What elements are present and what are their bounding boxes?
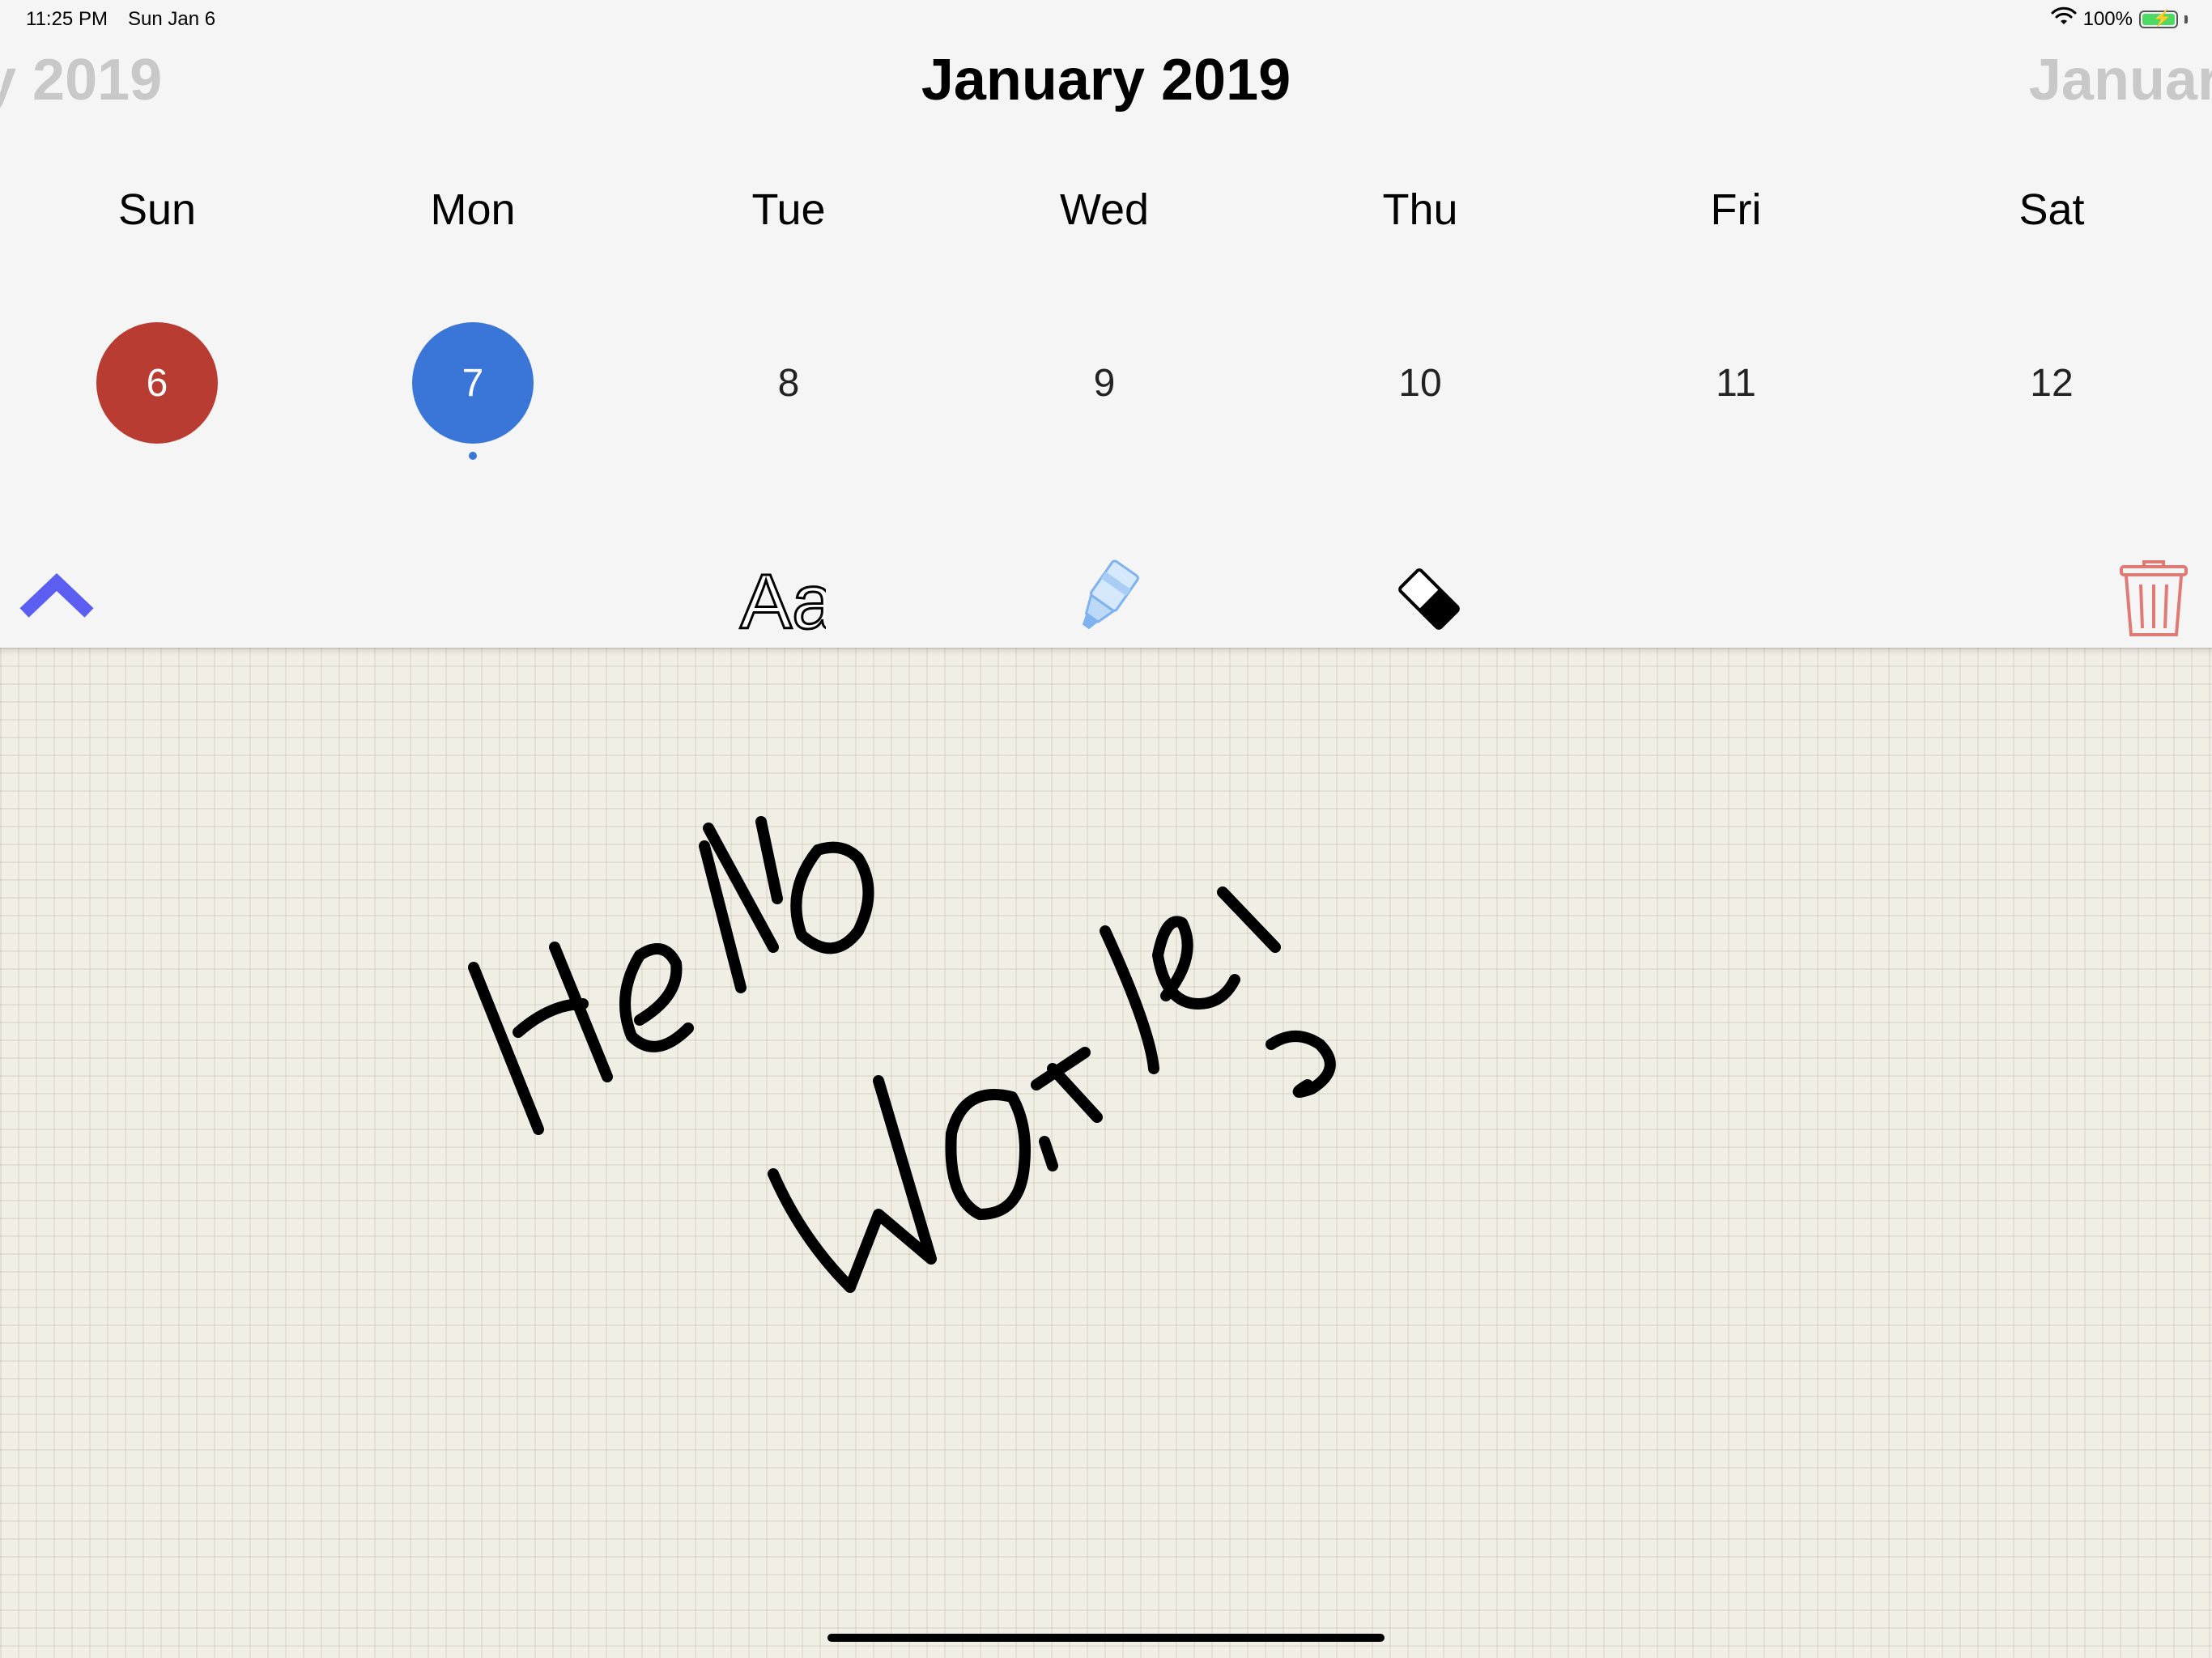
day-9[interactable]: 9 [1044, 322, 1165, 444]
weekday-mon: Mon [430, 185, 516, 234]
charging-bolt-icon: ⚡ [2152, 9, 2172, 28]
text-tool-button[interactable]: Aa [737, 559, 827, 640]
highlighter-icon [1082, 559, 1139, 630]
home-indicator[interactable] [827, 1634, 1385, 1642]
weekday-thu: Thu [1382, 185, 1458, 234]
day-8[interactable]: 8 [728, 322, 849, 444]
day-11[interactable]: 11 [1675, 322, 1797, 444]
chevron-up-icon [19, 572, 94, 618]
weekday-fri: Fri [1710, 185, 1762, 234]
status-indicators: 100% ⚡ [2051, 6, 2188, 32]
day-12[interactable]: 12 [1991, 322, 2112, 444]
eraser-icon [1398, 568, 1460, 630]
text-tool-icon: Aa [739, 559, 827, 640]
battery-cap [2184, 15, 2188, 23]
highlighter-button[interactable] [1061, 559, 1150, 640]
next-month-title[interactable]: Januar [2029, 47, 2212, 113]
event-dot [469, 452, 477, 460]
day-7[interactable]: 7 [412, 322, 534, 444]
battery-percent: 100% [2082, 7, 2133, 30]
drawing-toolbar: Aa [0, 551, 2212, 648]
wifi-icon [2051, 6, 2077, 32]
collapse-button[interactable] [16, 567, 97, 631]
status-bar: 11:25 PM Sun Jan 6 100% ⚡ [0, 0, 2212, 39]
trash-icon [2120, 560, 2188, 636]
status-time: 11:25 PM [26, 8, 108, 30]
drawing-canvas[interactable] [0, 648, 2212, 1658]
day-10[interactable]: 10 [1359, 322, 1481, 444]
app-root: 11:25 PM Sun Jan 6 100% ⚡ y 2019 January… [0, 0, 2212, 1658]
weekday-wed: Wed [1059, 185, 1150, 234]
battery-icon: ⚡ [2139, 9, 2178, 28]
weekday-row: Sun Mon Tue Wed Thu Fri Sat [0, 185, 2212, 249]
day-row: 6 7 8 9 10 11 12 [0, 322, 2212, 468]
handwriting-layer [468, 816, 1336, 1293]
trash-button[interactable] [2113, 559, 2194, 640]
weekday-sun: Sun [117, 185, 197, 234]
month-title: January 2019 [921, 48, 1291, 113]
text-tool-label: Aa [740, 559, 826, 640]
handwriting-hello [468, 816, 874, 1135]
weekday-sat: Sat [2018, 185, 2085, 234]
handwriting-world [768, 886, 1336, 1293]
eraser-button[interactable] [1385, 559, 1474, 640]
weekday-tue: Tue [751, 185, 826, 234]
day-6[interactable]: 6 [96, 322, 218, 444]
status-date: Sun Jan 6 [128, 8, 216, 30]
